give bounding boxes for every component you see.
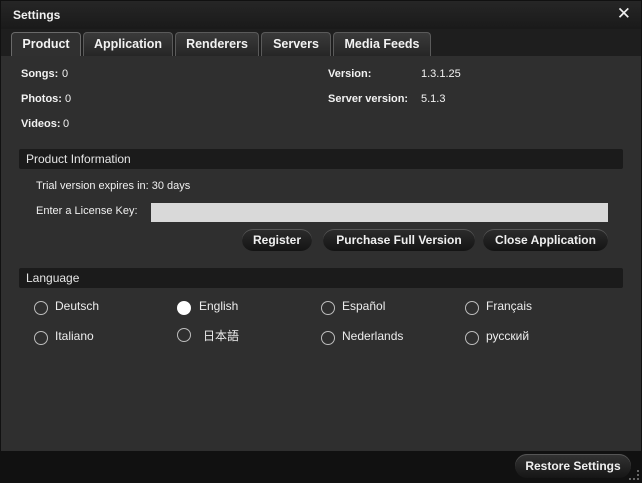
server-version-label: Server version: — [328, 93, 409, 105]
language-label-francais[interactable]: Français — [486, 299, 532, 313]
product-info-header: Product Information — [19, 149, 623, 169]
title-bar: Settings ✕ — [1, 1, 641, 29]
language-header: Language — [19, 268, 623, 288]
language-label-nederlands[interactable]: Nederlands — [342, 329, 403, 343]
close-icon[interactable]: ✕ — [617, 5, 631, 23]
songs-label: Songs: — [21, 68, 59, 80]
tab-servers[interactable]: Servers — [261, 32, 331, 56]
product-panel: Songs: 0 Photos: 0 Videos: 0 Version: 1.… — [1, 56, 641, 451]
trial-text: Trial version expires in: 30 days — [36, 180, 191, 192]
radio-francais[interactable] — [465, 301, 479, 315]
window-title: Settings — [13, 8, 61, 22]
tab-label: Product — [22, 37, 70, 51]
tab-media-feeds[interactable]: Media Feeds — [333, 32, 431, 56]
radio-russian[interactable] — [465, 331, 479, 345]
close-application-button[interactable]: Close Application — [483, 229, 608, 251]
photos-label: Photos: — [21, 93, 62, 105]
radio-english[interactable] — [177, 301, 191, 315]
tab-product[interactable]: Product — [11, 32, 81, 57]
videos-label: Videos: — [21, 118, 61, 130]
radio-nederlands[interactable] — [321, 331, 335, 345]
license-label: Enter a License Key: — [36, 205, 138, 217]
photos-value: 0 — [65, 93, 72, 105]
restore-settings-button[interactable]: Restore Settings — [515, 454, 631, 478]
videos-value: 0 — [63, 118, 70, 130]
language-label-japanese[interactable]: 日本語 — [203, 327, 239, 344]
language-label-italiano[interactable]: Italiano — [55, 329, 94, 343]
tab-label: Application — [93, 37, 163, 51]
version-value: 1.3.1.25 — [421, 68, 461, 80]
license-key-input[interactable] — [151, 203, 608, 222]
tab-label: Servers — [273, 37, 319, 51]
language-label-espanol[interactable]: Español — [342, 299, 385, 313]
radio-espanol[interactable] — [321, 301, 335, 315]
resize-grip-icon[interactable] — [629, 470, 639, 480]
tab-application[interactable]: Application — [83, 32, 173, 56]
purchase-full-version-button[interactable]: Purchase Full Version — [323, 229, 475, 251]
settings-window: Settings ✕ Product Application Renderers… — [0, 0, 642, 483]
tab-label: Renderers — [186, 37, 248, 51]
server-version-value: 5.1.3 — [421, 93, 446, 105]
footer-bar: Restore Settings — [1, 451, 641, 482]
tab-renderers[interactable]: Renderers — [175, 32, 259, 56]
language-label-deutsch[interactable]: Deutsch — [55, 299, 99, 313]
radio-deutsch[interactable] — [34, 301, 48, 315]
tab-strip: Product Application Renderers Servers Me… — [1, 29, 641, 57]
register-button[interactable]: Register — [242, 229, 312, 251]
songs-value: 0 — [62, 68, 69, 80]
radio-italiano[interactable] — [34, 331, 48, 345]
radio-japanese[interactable] — [177, 328, 191, 342]
tab-label: Media Feeds — [344, 37, 420, 51]
language-label-russian[interactable]: русский — [486, 329, 529, 343]
version-label: Version: — [328, 68, 372, 80]
language-label-english[interactable]: English — [199, 299, 238, 313]
